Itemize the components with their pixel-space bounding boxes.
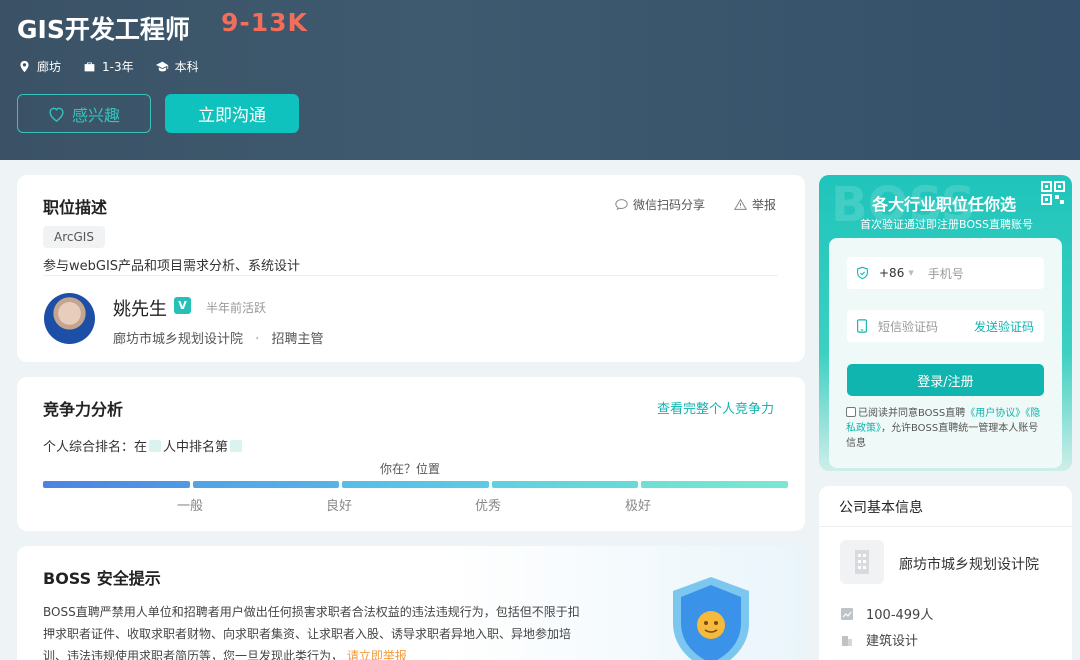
report-label: 举报 [752,198,777,212]
recruiter-role: 招聘主管 [271,332,324,347]
briefcase-icon [84,62,95,72]
rank-line: 个人综合排名：在 人中排名第 [43,436,244,455]
wechat-share-link[interactable]: 微信扫码分享 [615,196,705,213]
recruiter-company: 廊坊市城乡规划设计院 · 招聘主管 [113,328,323,347]
location-text: 廊坊 [37,60,62,74]
experience-text: 1-3年 [102,60,134,74]
full-competitiveness-link[interactable]: 查看完整个人竞争力 [657,398,774,417]
qr-code-icon[interactable] [1041,181,1065,205]
graduation-cap-icon [155,61,168,72]
education-text: 本科 [174,60,199,74]
chat-now-button[interactable]: 立即沟通 [165,94,299,133]
report-link[interactable]: 举报 [734,196,776,213]
login-title: 各大行业职位任你选 [872,195,1017,214]
position-indicator: 你在？位置 [380,462,441,476]
job-header: GIS开发工程师 9-13K 廊坊 1-3年 本科 感兴趣 立即沟通 [0,0,1080,160]
phone-field[interactable]: +86 ▼ 手机号 [847,257,1044,289]
sms-code-field[interactable]: 短信验证码 发送验证码 [847,310,1044,342]
country-code[interactable]: +86 [879,266,904,280]
job-title: GIS开发工程师 [17,15,190,44]
bar-segment [641,481,788,488]
competitiveness-title: 竞争力分析 [43,400,124,419]
bar-segment [43,481,190,488]
location-pin-icon [20,60,29,73]
chat-bubble-icon [615,199,628,211]
chart-icon [841,607,853,620]
divider [819,526,1072,527]
bar-segment [192,481,340,488]
salary: 9-13K [221,8,308,37]
agree-checkbox[interactable] [846,407,856,417]
company-size: 100-499人 [866,608,934,623]
recruiter-name: 姚先生 [113,299,167,320]
company-name[interactable]: 廊坊市城乡规划设计院 [899,554,1039,574]
company-industry: 建筑设计 [866,634,919,649]
safety-body: BOSS直聘严禁用人单位和招聘者用户做出任何损害求职者合法权益的违法违规行为，包… [43,605,580,660]
bar-segment [491,481,639,488]
competitiveness-bar [43,481,788,489]
rank-mid: 人中排名第 [163,440,229,455]
safety-title: BOSS 安全提示 [43,569,161,588]
interest-button[interactable]: 感兴趣 [17,94,151,133]
experience-meta: 1-3年 [83,58,134,75]
agreement-text: 已阅读并同意BOSS直聘《用户协议》《隐私政策》，允许BOSS直聘统一管理本人账… [846,406,1048,451]
company-logo[interactable] [840,540,884,584]
building-icon [842,635,852,646]
company-industry-row: 建筑设计 [841,630,918,649]
warning-icon [734,198,747,210]
send-code-button[interactable]: 发送验证码 [974,318,1034,335]
agree-prefix: 已阅读并同意BOSS直聘 [858,408,966,419]
level-label: 良好 [326,499,353,514]
job-description-title: 职位描述 [43,198,108,217]
share-label: 微信扫码分享 [633,198,706,212]
shield-icon [673,577,749,660]
chevron-down-icon[interactable]: ▼ [908,269,913,277]
login-subtitle: 首次验证通过即注册BOSS直聘账号 [860,218,1033,231]
level-label: 一般 [177,499,204,514]
blurred-count [149,439,162,452]
job-meta: 廊坊 1-3年 本科 [18,58,199,75]
user-agreement-link[interactable]: 《用户协议》 [965,408,1025,419]
company-info-card: 公司基本信息 廊坊市城乡规划设计院 100-499人 建筑设计 [819,486,1072,660]
blurred-rank [230,439,243,452]
competitiveness-card: 竞争力分析 查看完整个人竞争力 个人综合排名：在 人中排名第 你在？位置 一般 … [17,377,805,531]
recruiter-active-status: 半年前活跃 [206,301,267,315]
verified-badge-icon: V [174,297,191,314]
recruiter-company-name: 廊坊市城乡规划设计院 [113,332,244,347]
job-description-text: 参与webGIS产品和项目需求分析、系统设计 [43,259,301,274]
interest-label: 感兴趣 [71,105,120,125]
education-meta: 本科 [155,58,199,75]
login-panel: BOSS 各大行业职位任你选 首次验证通过即注册BOSS直聘账号 +86 ▼ 手… [819,175,1072,471]
rank-prefix: 个人综合排名：在 [43,440,148,455]
company-info-title: 公司基本信息 [839,500,923,516]
heart-icon [49,107,64,122]
skill-tag: ArcGIS [43,226,105,248]
level-label: 极好 [625,499,652,514]
login-register-button[interactable]: 登录/注册 [847,364,1044,396]
divider [43,275,778,276]
location-meta: 廊坊 [18,58,61,75]
phone-input[interactable]: 手机号 [928,265,964,282]
shield-check-icon [857,266,868,280]
company-size-row: 100-499人 [841,604,933,623]
login-form: +86 ▼ 手机号 短信验证码 发送验证码 登录/注册 已阅读并同意BOSS直聘… [829,238,1062,468]
level-label: 优秀 [475,499,502,514]
building-icon [855,550,869,574]
phone-icon [857,319,867,333]
safety-text: BOSS直聘严禁用人单位和招聘者用户做出任何损害求职者合法权益的违法违规行为，包… [43,601,588,660]
separator-dot: · [255,332,260,347]
report-now-link[interactable]: 请立即举报 [347,649,407,660]
bar-segment [342,481,489,488]
sms-code-input[interactable]: 短信验证码 [878,318,938,335]
safety-tips-card: BOSS 安全提示 BOSS直聘严禁用人单位和招聘者用户做出任何损害求职者合法权… [17,546,805,660]
recruiter-avatar[interactable] [44,293,95,344]
job-description-card: 职位描述 微信扫码分享 举报 ArcGIS 参与webGIS产品和项目需求分析、… [17,175,805,362]
